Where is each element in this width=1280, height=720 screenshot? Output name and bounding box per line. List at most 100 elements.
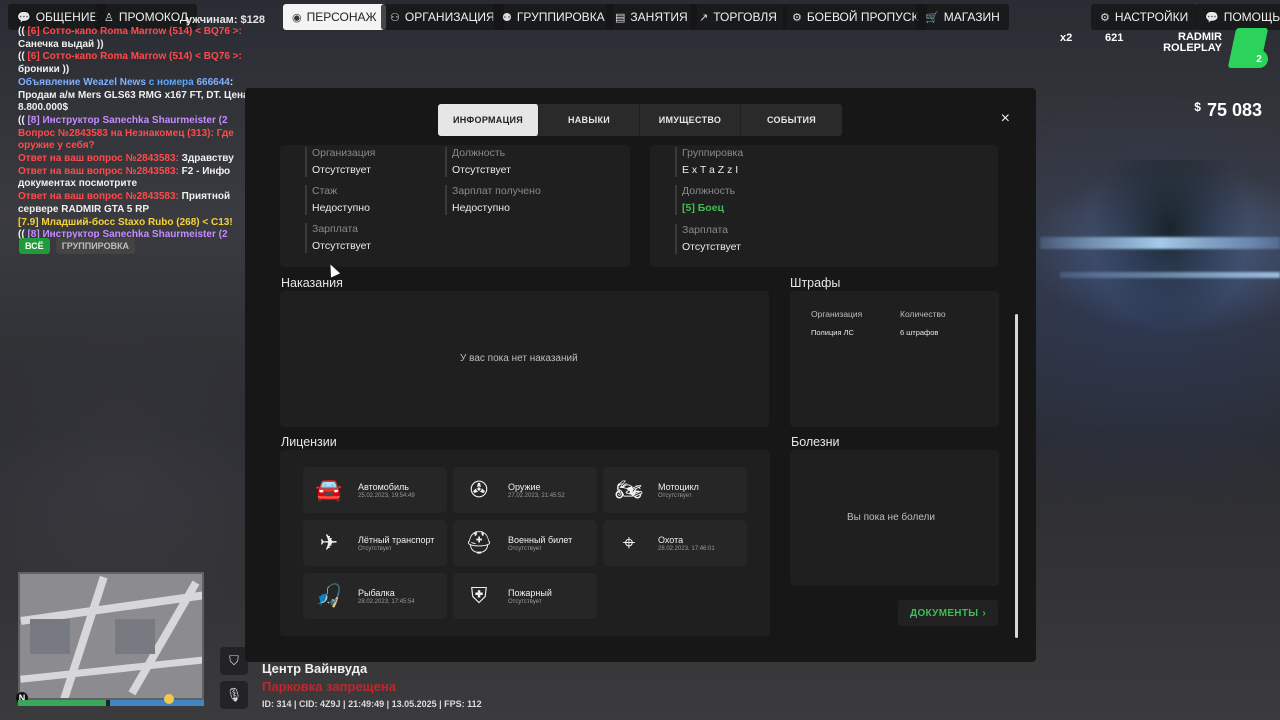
close-icon[interactable]: × bbox=[1001, 110, 1010, 128]
field-value: Отсутствует bbox=[452, 164, 511, 176]
chat-line: Объявление Weazel News с номера 666644: … bbox=[18, 77, 268, 115]
minimap bbox=[18, 572, 204, 700]
chat-log: (( [6] Сотто-капо Roma Marrow (514) < BQ… bbox=[18, 26, 268, 242]
fines-col-count: Количество bbox=[900, 309, 946, 319]
tab-events[interactable]: СОБЫТИЯ bbox=[741, 104, 842, 136]
online-count: 621 bbox=[1105, 32, 1124, 44]
cart-icon: 🛒 bbox=[925, 11, 939, 24]
field-value: Отсутствует bbox=[682, 241, 741, 253]
gang-panel: Группировка E x T a Z z I Должность [5] Бо… bbox=[650, 145, 998, 267]
diseases-title: Болезни bbox=[791, 435, 840, 449]
field-divider bbox=[675, 147, 677, 177]
car-icon: 🚘 bbox=[315, 477, 343, 502]
licenses-panel: 🚘 Автомобиль 25.02.2023, 19:54:49 ✇ Оружие 2… bbox=[280, 450, 770, 636]
field-divider bbox=[445, 185, 447, 215]
diseases-empty: Вы пока не болели bbox=[847, 512, 935, 523]
chat-text: Вопрос №2843583 на Незнакомец (313): Где… bbox=[18, 127, 237, 152]
chat-tab-all[interactable]: ВСЁ bbox=[19, 238, 50, 254]
license-name: Рыбалка bbox=[358, 588, 395, 598]
tab-skills[interactable]: НАВЫКИ bbox=[539, 104, 640, 136]
license-date: Отсутствует bbox=[508, 599, 542, 605]
field-value: Недоступно bbox=[312, 202, 370, 214]
map-block bbox=[115, 619, 155, 654]
chat-tabs: ВСЁ ГРУППИРОВКА bbox=[19, 238, 136, 254]
rifle-icon: ✇ bbox=[469, 477, 489, 502]
license-hunting[interactable]: ⌖ Охота 28.02.2023, 17:46:01 bbox=[603, 520, 747, 566]
field-tenure: Стаж Недоступно bbox=[305, 185, 370, 215]
health-armor-bar bbox=[18, 700, 204, 706]
modal-scrollbar[interactable] bbox=[1015, 314, 1018, 638]
license-date: Отсутствует bbox=[508, 546, 542, 552]
fines-title: Штрафы bbox=[790, 276, 841, 290]
license-firefighter[interactable]: ⛨ Пожарный Отсутствует bbox=[453, 573, 597, 619]
menu-organization[interactable]: ⚇ ОРГАНИЗАЦИЯ bbox=[381, 4, 504, 30]
field-organization: Организация Отсутствует bbox=[305, 147, 376, 177]
menu-character[interactable]: ◉ ПЕРСОНАЖ bbox=[283, 4, 386, 30]
tab-information[interactable]: ИНФОРМАЦИЯ bbox=[438, 104, 539, 136]
license-weapon[interactable]: ✇ Оружие 27.02.2023, 21:45:52 bbox=[453, 467, 597, 513]
documents-button[interactable]: ДОКУМЕНТЫ › bbox=[898, 600, 998, 626]
chat-line: Вопрос №2843583 на Незнакомец (313): Где… bbox=[18, 128, 268, 153]
chat-text: [8] Инструктор Sanechka Shaurmeister (2 bbox=[27, 114, 228, 126]
menu-gang[interactable]: ⚉ ГРУППИРОВКА bbox=[493, 4, 614, 30]
license-name: Автомобиль bbox=[358, 482, 409, 492]
menu-help[interactable]: 💬 ПОМОЩЬ bbox=[1196, 4, 1280, 30]
licenses-title: Лицензии bbox=[281, 435, 337, 449]
chat-line: Ответ на ваш вопрос №2843583: F2 - Инфо … bbox=[18, 166, 268, 191]
task-icon: ▤ bbox=[615, 11, 626, 24]
microphone-icon[interactable]: 🎙 bbox=[220, 681, 248, 709]
fishing-icon: 🎣 bbox=[315, 583, 343, 608]
background-neon-light bbox=[1040, 237, 1280, 249]
chat-line: (( [8] Инструктор Sanechka Shaurmeister … bbox=[18, 115, 268, 128]
organization-panel: Организация Отсутствует Должность Отсутств… bbox=[280, 145, 630, 267]
menu-settings[interactable]: ⚙ НАСТРОЙКИ bbox=[1091, 4, 1198, 30]
chat-text: Ответ на ваш вопрос №2843583: bbox=[18, 191, 182, 203]
menu-activities[interactable]: ▤ ЗАНЯТИЯ bbox=[606, 4, 697, 30]
menu-trade[interactable]: ↗ ТОРГОВЛЯ bbox=[690, 4, 786, 30]
license-date: Отсутствует bbox=[358, 546, 392, 552]
fire-shield-icon: ⛨ bbox=[470, 583, 488, 608]
money-display: $75 083 bbox=[1194, 100, 1262, 120]
chat-text: Санечка выдай )) bbox=[18, 38, 104, 50]
license-fishing[interactable]: 🎣 Рыбалка 28.02.2023, 17:45:54 bbox=[303, 573, 447, 619]
field-gang-salary: Зарплата Отсутствует bbox=[675, 224, 741, 254]
chat-line: Ответ на ваш вопрос №2843583: Здравству bbox=[18, 153, 268, 166]
org-icon: ⚇ bbox=[390, 11, 400, 24]
partial-money-text: ужчинам: $128 bbox=[186, 14, 266, 26]
settings-icon: ⚙ bbox=[1100, 11, 1110, 24]
map-block bbox=[30, 619, 70, 654]
license-aircraft[interactable]: ✈ Лётный транспорт Отсутствует bbox=[303, 520, 447, 566]
menu-shop[interactable]: 🛒 МАГАЗИН bbox=[916, 4, 1009, 30]
health-bar bbox=[18, 700, 106, 706]
license-name: Пожарный bbox=[508, 588, 552, 598]
field-value: Отсутствует bbox=[312, 164, 371, 176]
documents-button-label: ДОКУМЕНТЫ bbox=[910, 607, 979, 619]
field-salary-received: Зарплат получено Недоступно bbox=[445, 185, 541, 215]
motorcycle-icon: 🏍 bbox=[615, 477, 643, 502]
menu-battle-pass[interactable]: ⚙ БОЕВОЙ ПРОПУСК bbox=[783, 4, 928, 30]
field-value: [5] Боец bbox=[682, 202, 725, 214]
chat-icon: 💬 bbox=[17, 11, 31, 24]
license-military-id[interactable]: ⛑ Военный билет Отсутствует bbox=[453, 520, 597, 566]
chat-text: [6] Сотто-капо Roma Marrow (514) < BQ76 … bbox=[27, 51, 245, 63]
license-date: 28.02.2023, 17:45:54 bbox=[358, 599, 415, 605]
field-label: Организация bbox=[312, 147, 376, 159]
license-motorcycle[interactable]: 🏍 Мотоцикл Отсутствует bbox=[603, 467, 747, 513]
chat-tab-group[interactable]: ГРУППИРОВКА bbox=[55, 238, 136, 254]
tab-property[interactable]: ИМУЩЕСТВО bbox=[640, 104, 741, 136]
license-car[interactable]: 🚘 Автомобиль 25.02.2023, 19:54:49 bbox=[303, 467, 447, 513]
chat-text: [6] Сотто-капо Roma Marrow (514) < BQ76 … bbox=[27, 26, 245, 37]
crosshair-icon: ⌖ bbox=[622, 530, 636, 555]
chat-text: Ответ на ваш вопрос №2843583: bbox=[18, 153, 182, 165]
character-modal: ИНФОРМАЦИЯ НАВЫКИ ИМУЩЕСТВО СОБЫТИЯ × Ор… bbox=[245, 88, 1036, 662]
diseases-panel: Вы пока не болели bbox=[790, 450, 999, 586]
player-marker bbox=[164, 694, 174, 704]
shield-icon[interactable]: ⛉ bbox=[220, 647, 248, 675]
field-label: Должность bbox=[452, 147, 506, 159]
server-logo-text: RADMIR ROLEPLAY bbox=[1163, 31, 1222, 54]
field-divider bbox=[305, 185, 307, 215]
dollar-icon: $ bbox=[1194, 100, 1201, 114]
modal-tabs: ИНФОРМАЦИЯ НАВЫКИ ИМУЩЕСТВО СОБЫТИЯ bbox=[438, 104, 842, 136]
chat-text: [7.9] Младший-босс Staxo Rubo (268) < C1… bbox=[18, 216, 233, 228]
chat-text: броники )) bbox=[18, 64, 70, 76]
